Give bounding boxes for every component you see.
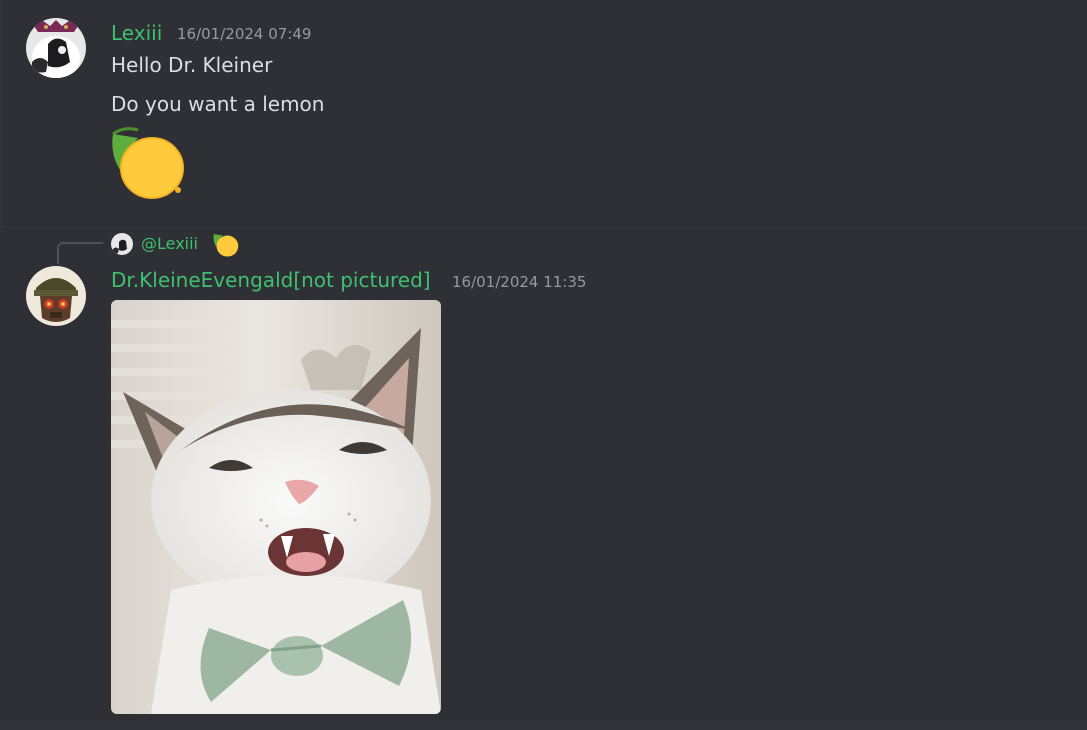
lemon-icon	[108, 126, 188, 204]
cat-gif-image[interactable]	[111, 300, 441, 714]
username-lexiii[interactable]: Lexiii	[111, 21, 162, 45]
message-timestamp: 16/01/2024 11:35	[452, 273, 587, 291]
reply-avatar-lexiii[interactable]	[111, 233, 133, 255]
reply-spine	[57, 242, 103, 264]
message-timestamp: 16/01/2024 07:49	[177, 25, 312, 43]
message-text: Do you want a lemon	[111, 92, 325, 116]
lemon-icon	[212, 231, 240, 259]
message-text: Hello Dr. Kleiner	[111, 53, 273, 77]
avatar-lexiii[interactable]	[26, 18, 86, 78]
reply-mention-lexiii[interactable]: @Lexiii	[141, 234, 198, 254]
avatar-kleiner[interactable]	[26, 266, 86, 326]
chat-view: Lexiii 16/01/2024 07:49 Hello Dr. Kleine…	[0, 0, 1087, 730]
username-kleiner[interactable]: Dr.KleineEvengald[not pictured]	[111, 268, 431, 292]
